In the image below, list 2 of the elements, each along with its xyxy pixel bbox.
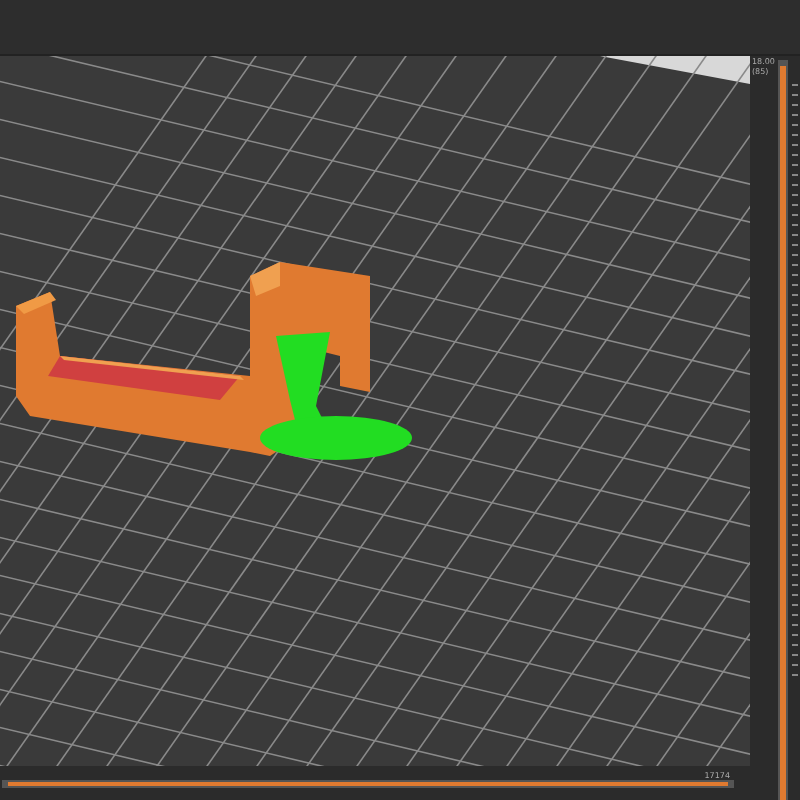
layer-slider-track[interactable]	[778, 60, 788, 800]
move-slider-track[interactable]	[2, 780, 734, 788]
